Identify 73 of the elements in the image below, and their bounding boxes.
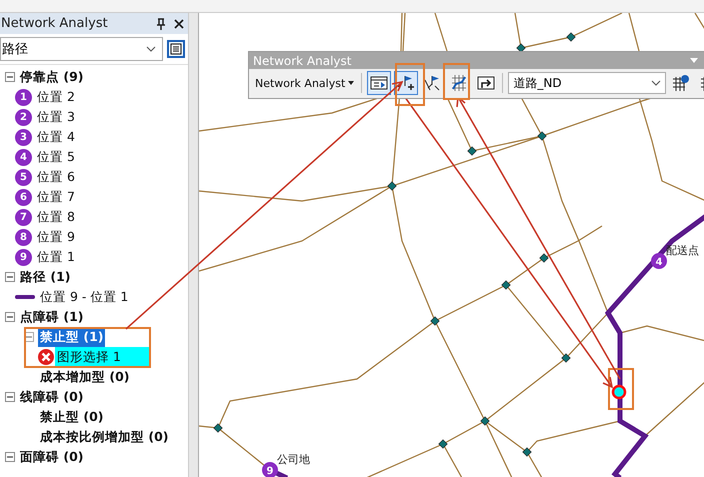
stop-label[interactable]: 位置 6	[37, 168, 75, 186]
network-junction	[430, 316, 440, 326]
network-junction	[467, 146, 477, 156]
stop-label[interactable]: 位置 7	[37, 188, 75, 206]
layer-dropdown[interactable]: 路径	[0, 37, 163, 61]
stop-label[interactable]: 位置 4	[37, 128, 75, 146]
toolbar-button[interactable]	[367, 71, 391, 95]
barrier-category-label[interactable]: 禁止型 (1)	[38, 328, 106, 346]
barrier-category-label[interactable]: 成本增加型 (0)	[38, 368, 132, 386]
tree-group-label[interactable]: 线障碍 (0)	[20, 388, 84, 406]
stop-label[interactable]: 位置 8	[37, 208, 75, 226]
tree-group-label[interactable]: 路径 (1)	[20, 268, 70, 286]
directions-icon	[476, 74, 495, 92]
tree-group-label[interactable]: 面障碍 (0)	[20, 448, 84, 466]
barrier-category-label[interactable]: 禁止型 (0)	[38, 408, 106, 426]
stop-label[interactable]: 位置 1	[37, 248, 75, 266]
barrier-marker[interactable]	[612, 384, 626, 400]
collapse-icon[interactable]	[5, 312, 15, 322]
stop-number-badge: 4	[15, 148, 32, 166]
stop-number-badge: 3	[15, 128, 32, 146]
close-icon[interactable]	[174, 18, 184, 28]
barrier-label[interactable]: 图形选择 1	[55, 346, 151, 368]
map-label: 配送点	[666, 244, 699, 257]
stop-marker[interactable]: 4	[651, 253, 667, 269]
collapse-icon[interactable]	[5, 392, 15, 402]
window-icon	[370, 75, 388, 91]
barrier-category-label[interactable]: 成本按比例增加型 (0)	[38, 428, 170, 446]
stop-number-badge: 8	[15, 228, 32, 246]
network-junction	[539, 253, 549, 263]
network-junction	[480, 416, 490, 426]
toolbar-title: Network Analyst	[253, 54, 352, 68]
tree-group-label[interactable]: 点障碍 (1)	[20, 308, 84, 326]
network-junction	[501, 280, 511, 290]
stop-number-badge: 1	[15, 88, 32, 106]
pin-icon[interactable]	[156, 18, 166, 30]
highlight-box	[443, 63, 470, 100]
stop-label[interactable]: 位置 2	[37, 88, 75, 106]
collapse-icon[interactable]	[5, 452, 15, 462]
network-junction	[387, 181, 397, 191]
network-junction	[566, 32, 576, 42]
network-junction	[537, 131, 547, 141]
chevron-down-icon	[146, 46, 156, 52]
collapse-icon[interactable]	[5, 272, 15, 282]
stop-label[interactable]: 位置 3	[37, 108, 75, 126]
network-junction	[213, 423, 223, 433]
chevron-down-icon	[650, 80, 661, 86]
error-x-icon	[37, 348, 55, 366]
caret-icon	[348, 81, 354, 85]
properties-icon[interactable]	[167, 40, 185, 58]
panel-title: Network Analyst	[1, 16, 109, 31]
stop-label[interactable]: 位置 5	[37, 148, 75, 166]
stop-number-badge: 7	[15, 208, 32, 226]
stop-number-badge: 2	[15, 108, 32, 126]
stop-number-badge: 9	[15, 248, 32, 266]
network-junction	[561, 353, 571, 363]
stop-label[interactable]: 位置 9	[37, 228, 75, 246]
network-junction	[438, 439, 448, 449]
network-junction	[522, 447, 532, 457]
highlight-box	[608, 368, 634, 410]
network-analyst-menu[interactable]: Network Analyst	[253, 76, 356, 90]
flag-plus-icon	[398, 76, 414, 90]
map-label: 公司地	[277, 453, 310, 466]
grid-info-icon	[672, 74, 690, 92]
stop-number-badge: 6	[15, 188, 32, 206]
network-dataset-dropdown[interactable]: 道路_ND	[508, 72, 666, 94]
flag-select-icon	[423, 74, 442, 92]
network-grid-icon	[450, 74, 468, 92]
stop-number-badge: 5	[15, 168, 32, 186]
stop-marker[interactable]: 9	[262, 462, 278, 477]
collapse-icon[interactable]	[5, 72, 15, 82]
tree-group-label[interactable]: 停靠点 (9)	[20, 68, 84, 86]
highlight-box	[395, 63, 425, 106]
route-label[interactable]: 位置 9 - 位置 1	[40, 288, 128, 306]
